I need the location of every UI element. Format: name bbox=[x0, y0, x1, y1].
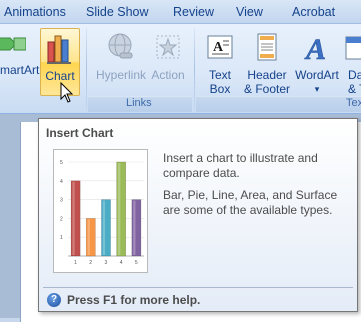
ribbon-insert: martArt Chart Hyperlink Action Links A T… bbox=[0, 24, 361, 114]
y-tick-label: 4 bbox=[60, 179, 63, 185]
ribbon-tab-bar: Animations Slide Show Review View Acroba… bbox=[0, 0, 361, 24]
group-separator bbox=[194, 28, 195, 110]
chart-bar-highlight bbox=[133, 200, 136, 255]
smartart-button[interactable]: martArt bbox=[0, 28, 40, 77]
text-box-button[interactable]: A Text Box bbox=[200, 28, 240, 96]
chart-bar-highlight bbox=[118, 163, 121, 255]
tab-acrobat[interactable]: Acrobat bbox=[292, 5, 335, 19]
header-footer-button[interactable]: Header & Footer bbox=[242, 28, 292, 96]
tooltip-help-text: Press F1 for more help. bbox=[67, 293, 201, 307]
links-group-label: Links bbox=[126, 97, 152, 109]
x-tick-label: 1 bbox=[74, 260, 77, 266]
group-separator bbox=[86, 28, 87, 110]
chart-bar-5 bbox=[131, 199, 142, 257]
x-tick-label: 2 bbox=[89, 260, 92, 266]
chart-bar-highlight bbox=[87, 219, 90, 255]
tab-slide-show[interactable]: Slide Show bbox=[86, 5, 149, 19]
header-footer-label-line1: Header bbox=[247, 68, 287, 82]
x-tick-label: 5 bbox=[135, 260, 138, 266]
chart-label: Chart bbox=[45, 69, 75, 83]
action-label: Action bbox=[151, 68, 185, 82]
x-tick-label: 3 bbox=[105, 260, 108, 266]
y-tick-label: 5 bbox=[60, 160, 63, 166]
tooltip-divider bbox=[43, 287, 353, 288]
hyperlink-globe-icon bbox=[108, 33, 133, 59]
mouse-pointer-icon bbox=[60, 82, 74, 103]
text-group-band bbox=[196, 96, 361, 112]
help-icon: ? bbox=[47, 293, 61, 307]
y-tick-label: 2 bbox=[60, 216, 63, 222]
x-tick-label: 4 bbox=[120, 260, 123, 266]
wordart-dropdown-arrow[interactable]: ▾ bbox=[294, 82, 340, 96]
wordart-label: WordArt bbox=[295, 68, 339, 82]
date-time-icon bbox=[345, 36, 361, 60]
hyperlink-button[interactable]: Hyperlink bbox=[92, 28, 150, 82]
wordart-icon: A bbox=[304, 33, 327, 65]
tooltip-description: Insert a chart to illustrate and compare… bbox=[163, 151, 318, 180]
tooltip-title: Insert Chart bbox=[46, 126, 114, 140]
tab-view[interactable]: View bbox=[236, 5, 263, 19]
text-box-icon: A bbox=[207, 35, 233, 59]
y-tick-label: 3 bbox=[60, 198, 63, 204]
svg-text:A: A bbox=[304, 33, 326, 65]
date-time-button[interactable]: Da & Ti bbox=[342, 28, 361, 96]
wordart-button[interactable]: A WordArt ▾ bbox=[294, 28, 340, 96]
chart-bar-highlight bbox=[102, 200, 106, 255]
text-box-label-line2: Box bbox=[209, 82, 231, 96]
y-tick-label: 1 bbox=[60, 235, 63, 241]
chart-preview: 5 4 3 2 1 1 2 3 4 5 bbox=[53, 149, 148, 273]
chart-preview-svg: 5 4 3 2 1 1 2 3 4 5 bbox=[60, 160, 144, 266]
action-button[interactable]: Action bbox=[148, 28, 188, 82]
insert-chart-tooltip: Insert Chart 5 4 3 2 1 1 2 3 4 5 Insert a chart t… bbox=[38, 118, 358, 312]
header-footer-label-line2: & Footer bbox=[243, 82, 291, 96]
hyperlink-label: Hyperlink bbox=[95, 68, 146, 82]
tooltip-types: Bar, Pie, Line, Area, and Surface are so… bbox=[163, 188, 338, 217]
header-footer-icon bbox=[257, 33, 277, 61]
action-star-icon bbox=[156, 35, 180, 59]
text-group-label: Tex bbox=[346, 97, 361, 109]
smartart-label: martArt bbox=[0, 63, 40, 77]
smartart-icon bbox=[0, 37, 26, 51]
date-time-label-line1: Da bbox=[348, 68, 361, 82]
tab-animations[interactable]: Animations bbox=[4, 5, 66, 19]
svg-text:A: A bbox=[213, 40, 224, 55]
date-time-label-line2: & Ti bbox=[348, 82, 361, 96]
chart-icon bbox=[47, 35, 71, 64]
tab-review[interactable]: Review bbox=[173, 5, 214, 19]
chart-bar-highlight bbox=[72, 181, 75, 255]
text-box-label-line1: Text bbox=[208, 68, 231, 82]
